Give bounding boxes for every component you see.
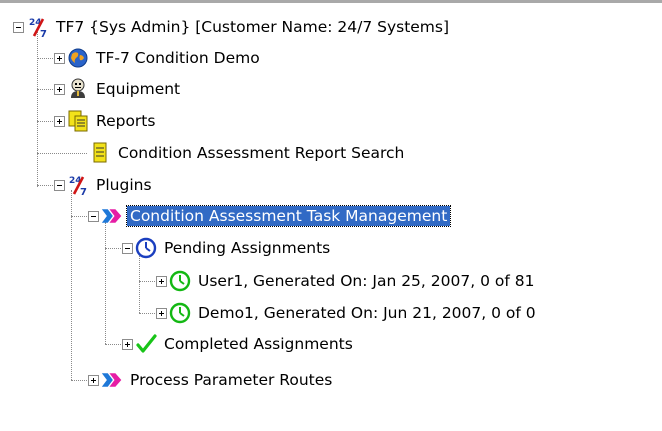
tree-line [37, 121, 53, 122]
globe-icon [67, 47, 89, 69]
expand-process-routes-button[interactable] [88, 375, 99, 386]
tree-node-demo1-assignment[interactable]: Demo1, Generated On: Jun 21, 2007, 0 of … [169, 301, 539, 325]
expand-completed-button[interactable] [122, 339, 133, 350]
report-page-icon [89, 142, 111, 164]
tree-line [37, 32, 38, 187]
tree-line [105, 344, 121, 345]
tree-node-label: Equipment [96, 80, 181, 98]
tree-node-reports[interactable]: Reports [67, 109, 158, 133]
logo-24-7-icon: 24 7 [27, 16, 49, 38]
tree-node-label: TF7 {Sys Admin} [Customer Name: 24/7 Sys… [56, 18, 450, 36]
tree-node-label: Demo1, Generated On: Jun 21, 2007, 0 of … [198, 304, 536, 322]
tree-line [139, 254, 140, 313]
tree-node-root[interactable]: 24 7 TF7 {Sys Admin} [Customer Name: 24/… [27, 15, 452, 39]
expand-demo1-button[interactable] [156, 308, 167, 319]
expand-user1-button[interactable] [156, 276, 167, 287]
expand-condition-demo-button[interactable] [54, 53, 65, 64]
tree-line [37, 153, 87, 154]
tree-node-condition-demo[interactable]: TF-7 Condition Demo [67, 46, 263, 70]
tree-node-plugins[interactable]: 24 7 Plugins [67, 173, 155, 197]
tree-line [37, 58, 53, 59]
robot-icon [67, 78, 89, 100]
tree-node-label: Process Parameter Routes [130, 371, 333, 389]
checkmark-icon [135, 333, 157, 355]
tree-node-user1-assignment[interactable]: User1, Generated On: Jan 25, 2007, 0 of … [169, 269, 537, 293]
navigation-tree: 24 7 TF7 {Sys Admin} [Customer Name: 24/… [0, 0, 662, 431]
tree-line [71, 190, 72, 380]
tree-node-label: Condition Assessment Report Search [118, 144, 405, 162]
tree-line [71, 380, 87, 381]
tree-line [139, 281, 155, 282]
svg-text:7: 7 [80, 187, 87, 196]
report-stack-icon [67, 110, 89, 132]
collapse-task-management-button[interactable] [88, 211, 99, 222]
green-clock-icon [169, 302, 191, 324]
collapse-pending-button[interactable] [122, 243, 133, 254]
expand-reports-button[interactable] [54, 116, 65, 127]
tree-node-process-parameter-routes[interactable]: Process Parameter Routes [101, 368, 335, 392]
tree-line [37, 89, 53, 90]
tree-node-label: Plugins [96, 176, 152, 194]
tree-node-equipment[interactable]: Equipment [67, 77, 183, 101]
tree-node-report-search[interactable]: Condition Assessment Report Search [89, 141, 407, 165]
tree-line [105, 248, 121, 249]
tree-node-label: Completed Assignments [164, 335, 353, 353]
tree-line [37, 185, 53, 186]
tree-line [139, 313, 155, 314]
blue-clock-icon [135, 237, 157, 259]
tree-node-label: Reports [96, 112, 156, 130]
tree-node-label: Pending Assignments [164, 239, 331, 257]
tree-node-pending-assignments[interactable]: Pending Assignments [135, 236, 333, 260]
tree-line [71, 216, 87, 217]
arrow-plugin-icon [101, 369, 123, 391]
logo-24-7-icon: 24 7 [67, 174, 89, 196]
svg-text:7: 7 [40, 29, 47, 38]
tree-node-completed-assignments[interactable]: Completed Assignments [135, 332, 356, 356]
tree-node-label: Condition Assessment Task Management [125, 205, 452, 227]
collapse-root-button[interactable] [13, 22, 24, 33]
arrow-plugin-icon [101, 205, 123, 227]
tree-node-label: User1, Generated On: Jan 25, 2007, 0 of … [198, 272, 535, 290]
tree-node-task-management[interactable]: Condition Assessment Task Management [101, 204, 452, 228]
green-clock-icon [169, 270, 191, 292]
tree-node-label: TF-7 Condition Demo [96, 49, 260, 67]
tree-line [105, 222, 106, 344]
expand-equipment-button[interactable] [54, 84, 65, 95]
collapse-plugins-button[interactable] [54, 180, 65, 191]
